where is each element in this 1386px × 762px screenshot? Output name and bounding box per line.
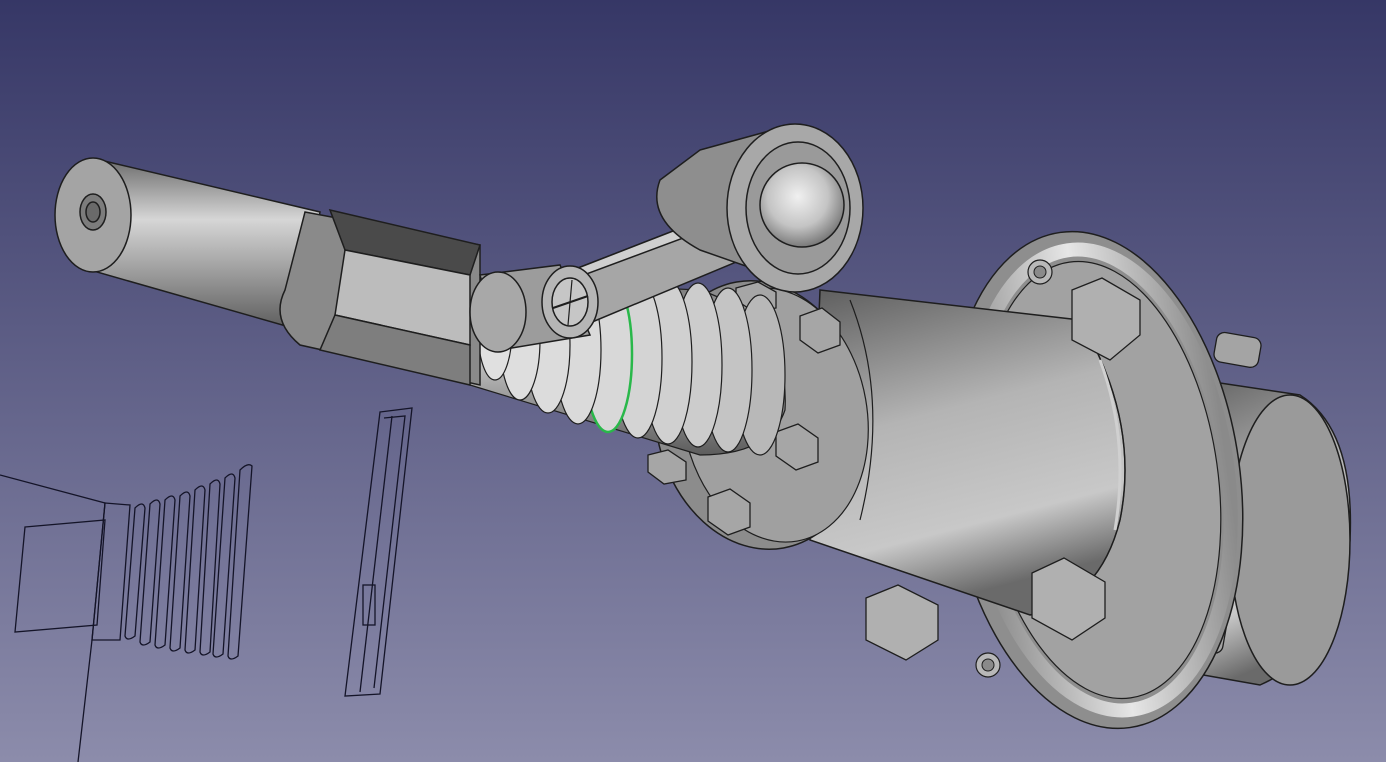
3d-scene[interactable] (0, 0, 1386, 762)
3d-viewport[interactable] (0, 0, 1386, 762)
